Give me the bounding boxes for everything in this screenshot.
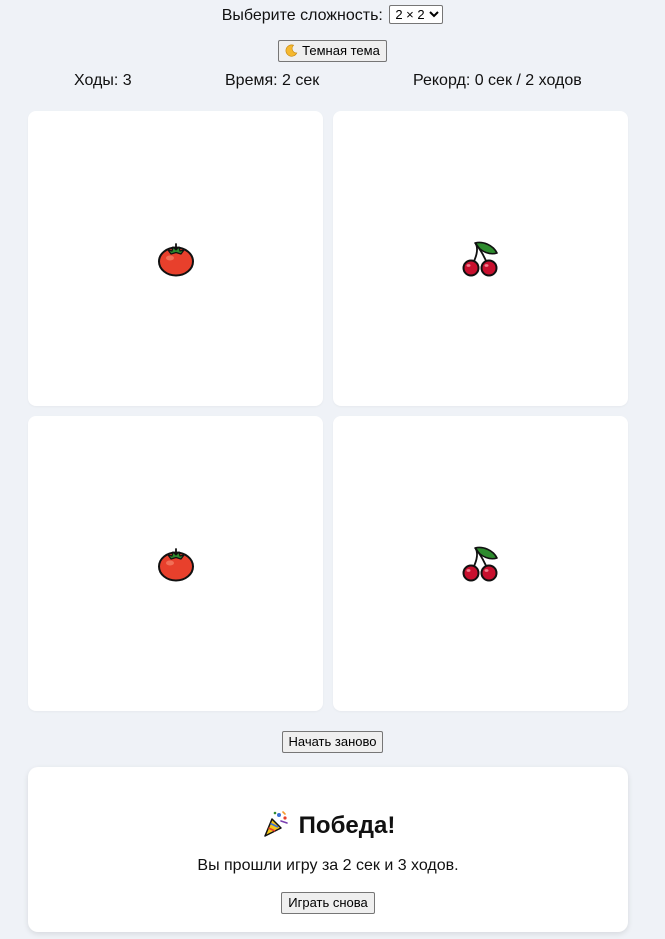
restart-row: Начать заново: [0, 731, 665, 753]
difficulty-select[interactable]: 2 × 2: [389, 5, 444, 24]
moves-counter: Ходы: 3: [74, 72, 132, 89]
difficulty-label: Выберите сложность:: [221, 7, 383, 24]
restart-button[interactable]: Начать заново: [281, 731, 384, 753]
card-1[interactable]: [28, 111, 323, 406]
win-title-row: Победа!: [28, 809, 628, 841]
record: Рекорд: 0 сек / 2 ходов: [413, 72, 582, 89]
win-panel: Победа! Вы прошли игру за 2 сек и 3 ходо…: [28, 767, 628, 932]
stats-bar: Ходы: 3 Время: 2 сек Рекорд: 0 сек / 2 х…: [0, 72, 665, 92]
dark-theme-button-label: Темная тема: [302, 43, 380, 58]
cherries-icon: [462, 241, 498, 276]
play-again-button[interactable]: Играть снова: [281, 892, 375, 914]
dark-theme-button[interactable]: Темная тема: [278, 40, 387, 62]
timer: Время: 2 сек: [225, 72, 320, 89]
win-message: Вы прошли игру за 2 сек и 3 ходов.: [197, 857, 459, 874]
card-2[interactable]: [333, 111, 628, 406]
card-4[interactable]: [333, 416, 628, 711]
party-popper-icon: [263, 811, 288, 837]
win-button-row: Играть снова: [28, 892, 628, 914]
crescent-moon-icon: [285, 44, 298, 57]
game-board: [28, 111, 628, 711]
cherries-icon: [462, 546, 498, 581]
card-3[interactable]: [28, 416, 323, 711]
difficulty-row: Выберите сложность: 2 × 2: [0, 5, 665, 25]
tomato-icon: [157, 547, 194, 581]
theme-row: Темная тема: [0, 40, 665, 62]
win-title: Победа!: [298, 812, 396, 839]
tomato-icon: [157, 242, 194, 276]
